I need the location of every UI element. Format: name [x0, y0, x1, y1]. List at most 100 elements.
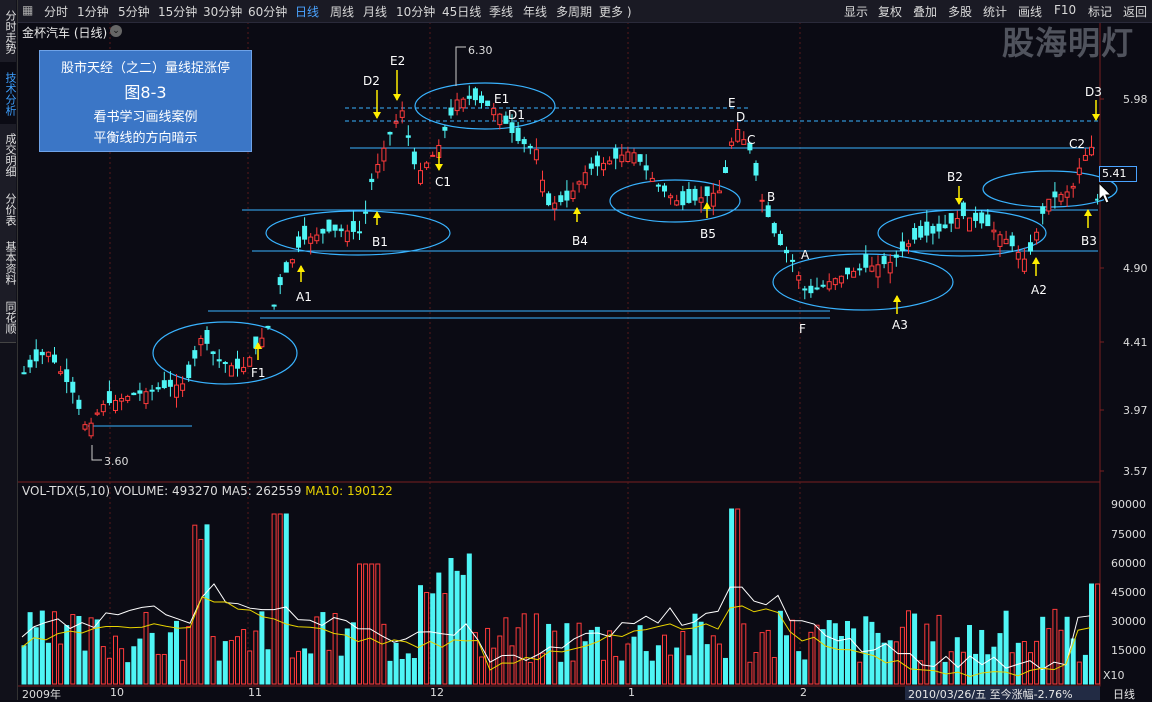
- status-date: 2010/03/26/五 至今涨幅-2.76%: [905, 686, 1100, 701]
- candle-body: [64, 369, 70, 383]
- volume-bar: [1028, 652, 1033, 685]
- candle-body: [33, 349, 39, 362]
- period-tab-3[interactable]: 15分钟: [158, 3, 197, 20]
- side-tab-5[interactable]: 同花顺: [0, 292, 17, 343]
- volume-bar: [716, 643, 722, 685]
- volume-unit: X10: [1103, 669, 1125, 682]
- volume-bar: [588, 629, 594, 685]
- mouse-cursor-icon: [1098, 181, 1113, 204]
- volume-bar: [704, 644, 710, 685]
- candle-body: [137, 390, 143, 394]
- volume-bar: [1082, 654, 1088, 685]
- volume-bar: [21, 645, 27, 685]
- volume-bar: [338, 655, 344, 685]
- candle-body: [869, 265, 875, 272]
- period-tab-9[interactable]: 10分钟: [396, 3, 435, 20]
- candle-body: [369, 178, 375, 183]
- period-tab-4[interactable]: 30分钟: [203, 3, 242, 20]
- candle-body: [387, 131, 393, 135]
- candle-body: [82, 424, 88, 430]
- annotation-label: E1: [494, 92, 510, 106]
- candle-body: [796, 275, 802, 281]
- volume-bar: [503, 617, 509, 685]
- volume-bar: [247, 650, 253, 685]
- grid-icon[interactable]: ▦: [22, 3, 33, 17]
- volume-bar: [753, 652, 759, 685]
- candle-body: [424, 162, 430, 169]
- volume-bar: [527, 661, 533, 685]
- volume-bar: [436, 572, 442, 685]
- candle-body: [204, 330, 210, 344]
- period-tab-8[interactable]: 月线: [363, 3, 387, 20]
- volume-bar: [924, 623, 930, 685]
- period-tab-7[interactable]: 周线: [330, 3, 354, 20]
- volume-bar: [393, 642, 399, 685]
- candle-body: [643, 165, 649, 171]
- candle-body: [918, 225, 924, 238]
- candle-body: [948, 213, 954, 224]
- stock-title[interactable]: 金杯汽车 (日线): [22, 24, 107, 41]
- price-axis-label: 3.97: [1123, 404, 1148, 417]
- volume-legend-ma10: MA10: 190122: [305, 484, 393, 498]
- period-tab-13[interactable]: 多周期: [556, 3, 592, 20]
- side-tab-1[interactable]: 技术分析: [0, 62, 17, 127]
- volume-bar: [100, 646, 106, 685]
- candle-body: [39, 351, 45, 356]
- volume-bar: [759, 632, 765, 685]
- chevron-down-icon[interactable]: ⌄: [110, 25, 122, 37]
- volume-bar: [424, 591, 430, 685]
- volume-bar: [631, 636, 637, 685]
- volume-bar: [27, 612, 33, 685]
- candle-body: [1046, 198, 1052, 212]
- volume-bar: [1095, 583, 1101, 685]
- period-tab-5[interactable]: 60分钟: [248, 3, 287, 20]
- candle-body: [790, 259, 796, 262]
- period-tab-12[interactable]: 年线: [523, 3, 547, 20]
- period-tab-11[interactable]: 季线: [489, 3, 513, 20]
- volume-bar: [820, 629, 826, 685]
- low-price-label: 3.60: [104, 455, 129, 468]
- volume-bar: [442, 593, 448, 685]
- period-tab-14[interactable]: 更多 ): [599, 3, 632, 20]
- volume-axis-label: 90000: [1111, 498, 1146, 511]
- period-tab-1[interactable]: 1分钟: [77, 3, 109, 20]
- toolbar-button-6[interactable]: F10: [1054, 3, 1076, 17]
- volume-bar: [125, 662, 131, 685]
- annotation-label: B2: [947, 170, 963, 184]
- candle-body: [454, 99, 460, 112]
- candle-body: [1070, 185, 1076, 189]
- candle-body: [924, 221, 930, 236]
- volume-bar: [869, 621, 875, 685]
- toolbar-button-2[interactable]: 叠加: [913, 3, 937, 20]
- period-tab-10[interactable]: 45日线: [442, 3, 481, 20]
- candle-body: [863, 254, 869, 268]
- candle-body: [546, 193, 552, 206]
- volume-bar: [45, 642, 51, 685]
- candle-body: [991, 229, 997, 233]
- side-tab-2[interactable]: 成交明细: [0, 124, 17, 187]
- candle-body: [45, 351, 51, 357]
- candle-body: [692, 188, 698, 201]
- candle-body: [302, 225, 308, 240]
- candle-body: [113, 400, 118, 411]
- side-tab-0[interactable]: 分时走势: [0, 0, 17, 65]
- volume-bar: [912, 613, 918, 685]
- side-tab-3[interactable]: 分价表: [0, 184, 17, 235]
- candle-body: [271, 304, 277, 307]
- period-tab-6[interactable]: 日线: [295, 3, 319, 20]
- toolbar-button-1[interactable]: 复权: [878, 3, 902, 20]
- side-tab-4[interactable]: 基本资料: [0, 232, 17, 295]
- volume-bar: [564, 623, 570, 685]
- candle-body: [826, 281, 832, 290]
- volume-bar: [94, 619, 100, 685]
- candle-body: [186, 364, 192, 379]
- annotation-label: B1: [372, 235, 388, 249]
- volume-bar: [838, 636, 844, 685]
- volume-bar: [119, 648, 125, 685]
- candle-body: [143, 391, 149, 405]
- period-tab-2[interactable]: 5分钟: [118, 3, 150, 20]
- toolbar-button-3[interactable]: 多股: [948, 3, 972, 20]
- toolbar-button-0[interactable]: 显示: [844, 3, 868, 20]
- period-tab-0[interactable]: 分时: [44, 3, 68, 20]
- volume-bar: [790, 619, 796, 685]
